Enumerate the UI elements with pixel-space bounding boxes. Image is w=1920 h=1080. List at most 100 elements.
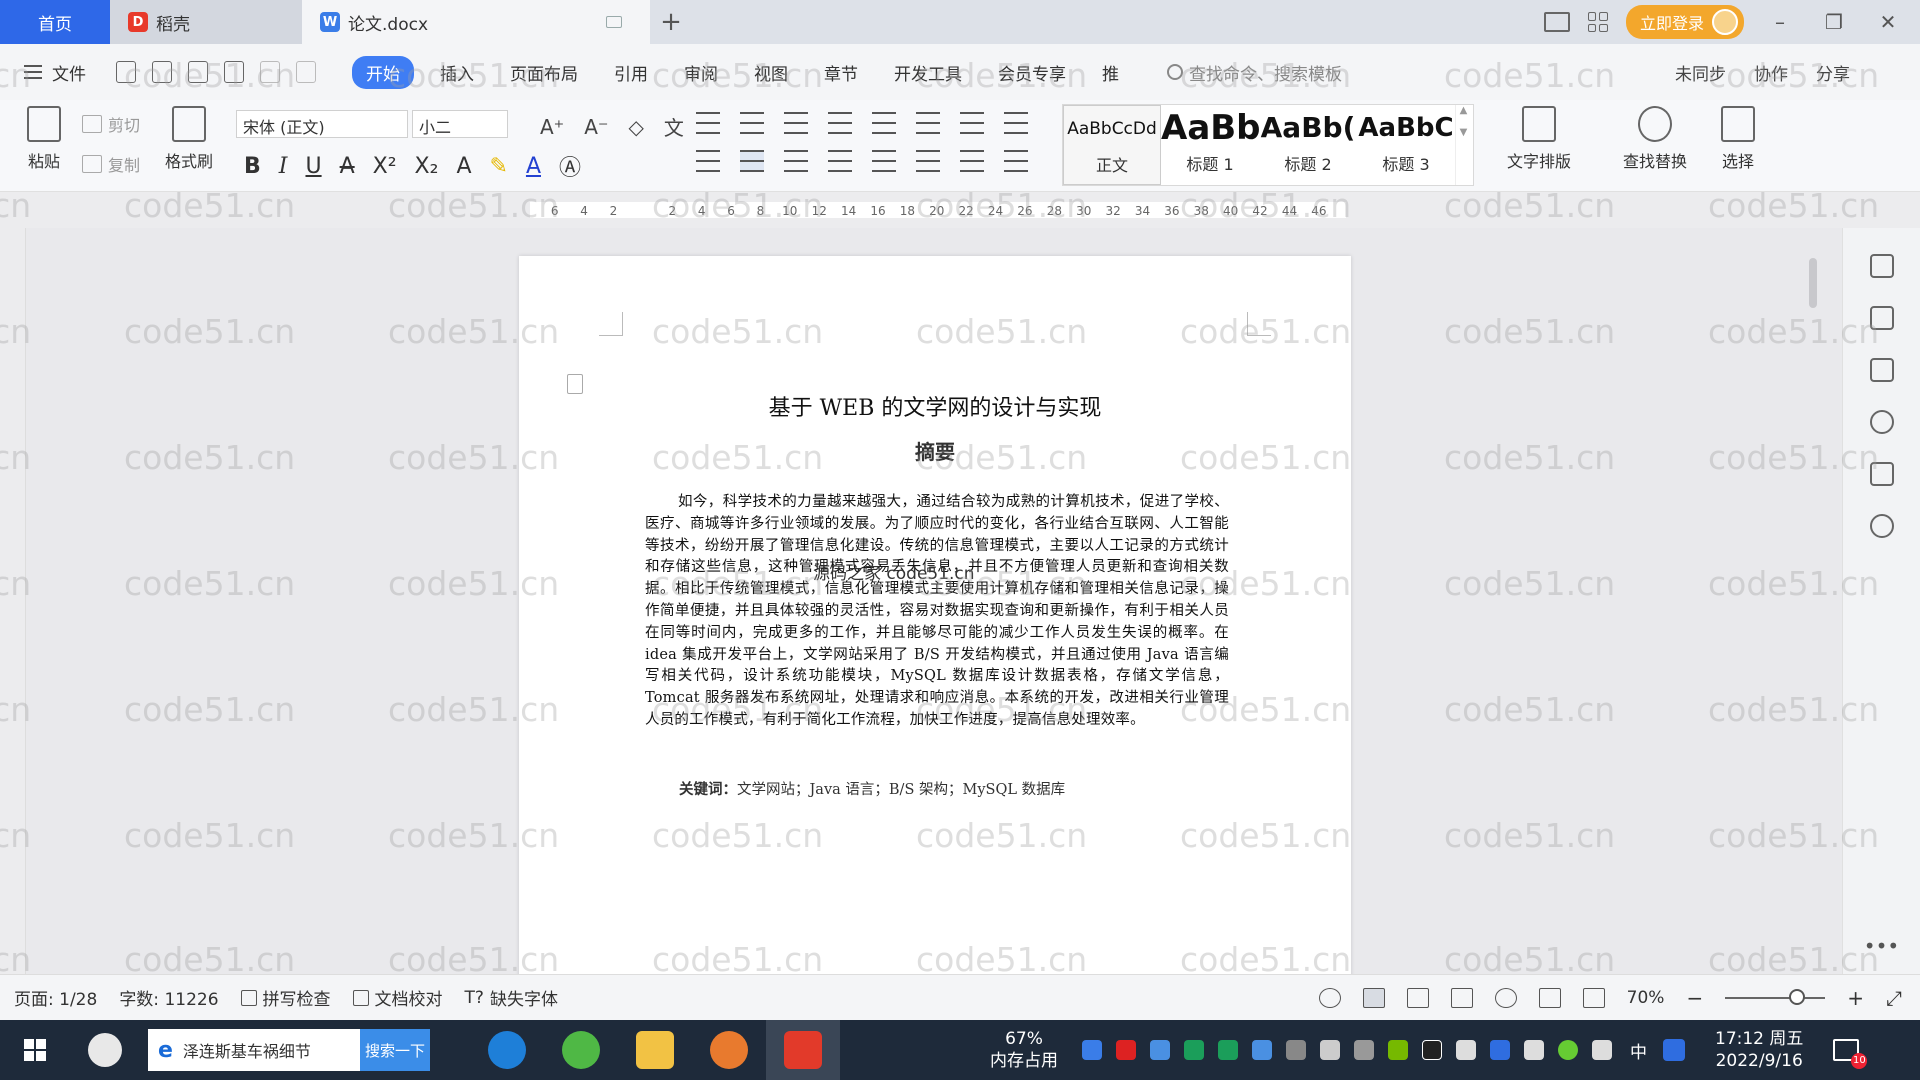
doc-proofread[interactable]: 文档校对 — [352, 985, 443, 1010]
clear-format-icon[interactable]: ◇ — [629, 115, 644, 139]
tab-recommend[interactable]: 推 — [1084, 60, 1137, 85]
notification-icon[interactable]: 10 — [1833, 1039, 1868, 1069]
zoom-slider[interactable] — [1725, 988, 1826, 1005]
vertical-ruler[interactable] — [0, 228, 26, 974]
collaborate-button[interactable]: 协作 — [1754, 60, 1788, 85]
tab-chapter[interactable]: 章节 — [806, 60, 876, 85]
table-icon[interactable] — [1004, 112, 1028, 134]
chinese-layout-icon[interactable] — [872, 112, 896, 134]
style-heading-3[interactable]: AaBbC 标题 3 — [1357, 105, 1455, 185]
share-button[interactable]: 分享 — [1816, 60, 1850, 85]
numbered-list-icon[interactable] — [740, 112, 764, 134]
monitor-icon[interactable] — [606, 16, 622, 28]
settings-sliders-icon[interactable] — [1869, 358, 1894, 382]
read-mode-icon[interactable] — [1450, 987, 1473, 1008]
vertical-scrollbar[interactable] — [1806, 228, 1820, 974]
style-normal[interactable]: AaBbCcDd 正文 — [1063, 105, 1161, 185]
char-border-icon[interactable]: Ⓐ — [559, 150, 581, 182]
phonetic-icon[interactable]: 文 — [664, 112, 684, 141]
fit-page-icon[interactable] — [1582, 987, 1605, 1008]
taskbar-search-button[interactable]: 搜索一下 — [360, 1029, 430, 1071]
tray-app-icon[interactable] — [1354, 1040, 1374, 1060]
qq-icon[interactable] — [1422, 1040, 1442, 1060]
write-mode-icon[interactable] — [1538, 987, 1561, 1008]
tab-docer[interactable]: D 稻壳 — [110, 0, 302, 44]
style-scroll[interactable]: ▲ ▼ — [1455, 105, 1471, 185]
zoom-slider-knob[interactable] — [1789, 988, 1806, 1005]
text-layout-button[interactable]: 文字排版 — [1494, 102, 1584, 172]
tray-app-icon[interactable] — [1150, 1040, 1170, 1060]
battery-icon[interactable] — [1456, 1040, 1476, 1060]
web-view-icon[interactable] — [1494, 987, 1517, 1008]
page-view-icon[interactable] — [1362, 987, 1385, 1008]
font-color-icon[interactable]: A — [526, 154, 541, 179]
style-heading-2[interactable]: AaBb( 标题 2 — [1259, 105, 1357, 185]
align-right-icon[interactable] — [784, 150, 808, 172]
document-workspace[interactable]: 基于 WEB 的文学网的设计与实现 摘要 如今，科学技术的力量越来越强大，通过结… — [26, 228, 1842, 974]
missing-font[interactable]: T? 缺失字体 — [465, 985, 558, 1011]
ime-app-icon[interactable] — [1663, 1039, 1685, 1061]
new-tab-button[interactable]: + — [650, 0, 692, 44]
fullscreen-icon[interactable]: ⤢ — [1886, 986, 1902, 1010]
style-heading-1[interactable]: AaBb 标题 1 — [1161, 105, 1259, 185]
wps-app[interactable] — [766, 1020, 840, 1080]
close-icon[interactable]: ✕ — [1870, 10, 1906, 34]
highlight-icon[interactable]: ✎ — [490, 154, 508, 179]
format-painter-button[interactable]: 格式刷 — [160, 102, 218, 172]
tab-start[interactable]: 开始 — [352, 55, 414, 89]
restore-icon[interactable]: ❐ — [1816, 10, 1852, 34]
tab-references[interactable]: 引用 — [596, 60, 666, 85]
tab-insert[interactable]: 插入 — [422, 60, 492, 85]
tab-view[interactable]: 视图 — [736, 60, 806, 85]
tray-app-icon[interactable] — [1184, 1040, 1204, 1060]
tab-home[interactable]: 首页 — [0, 0, 110, 44]
horizontal-ruler[interactable]: 6 4 2 2 4 6 8 10 12 14 16 18 20 22 24 26 28 30 32 34 36 38 40 4… — [0, 192, 1920, 228]
font-family-select[interactable]: 宋体 (正文) — [236, 110, 408, 138]
spell-check[interactable]: 拼写检查 — [240, 985, 331, 1010]
memory-usage[interactable]: 67% 内存占用 — [990, 1028, 1058, 1072]
ime-indicator[interactable]: 中 — [1630, 1038, 1647, 1063]
abstract-heading[interactable]: 摘要 — [519, 436, 1351, 465]
command-search[interactable]: 查找命令、搜索模板 — [1167, 60, 1342, 85]
document-title[interactable]: 基于 WEB 的文学网的设计与实现 — [519, 390, 1351, 422]
abstract-body[interactable]: 如今，科学技术的力量越来越强大，通过结合较为成熟的计算机技术，促进了学校、医疗、… — [645, 492, 1229, 732]
tab-review[interactable]: 审阅 — [666, 60, 736, 85]
tray-app-icon[interactable] — [1558, 1040, 1578, 1060]
find-replace-button[interactable]: 查找替换 — [1610, 102, 1700, 172]
minimize-icon[interactable]: – — [1762, 10, 1798, 34]
align-left-icon[interactable] — [696, 150, 720, 172]
bluetooth-icon[interactable] — [1490, 1040, 1510, 1060]
tab-page-layout[interactable]: 页面布局 — [492, 60, 596, 85]
bell-icon[interactable] — [1320, 1040, 1340, 1060]
cut-button[interactable]: 剪切 — [82, 112, 140, 136]
copy-button[interactable]: 复制 — [82, 152, 140, 176]
tab-developer[interactable]: 开发工具 — [876, 60, 980, 85]
increase-indent-icon[interactable] — [828, 112, 852, 134]
browser-app[interactable] — [544, 1020, 618, 1080]
zoom-in-icon[interactable]: + — [1847, 986, 1864, 1010]
show-marks-icon[interactable] — [960, 112, 984, 134]
strikethrough-icon[interactable]: A — [340, 154, 355, 179]
document-page[interactable]: 基于 WEB 的文学网的设计与实现 摘要 如今，科学技术的力量越来越强大，通过结… — [519, 256, 1351, 974]
paste-button[interactable]: 粘贴 — [18, 102, 70, 172]
redo-icon[interactable] — [296, 61, 316, 83]
tab-member[interactable]: 会员专享 — [980, 60, 1084, 85]
page-indicator[interactable]: 页面: 1/28 — [14, 985, 97, 1010]
bold-icon[interactable]: B — [244, 154, 261, 179]
login-button[interactable]: 立即登录 — [1625, 5, 1744, 39]
more-icon[interactable]: ••• — [1864, 934, 1899, 958]
distribute-icon[interactable] — [872, 150, 896, 172]
outline-view-icon[interactable] — [1406, 987, 1429, 1008]
print-preview-icon[interactable] — [224, 61, 244, 83]
shading-icon[interactable] — [960, 150, 984, 172]
text-effect-icon[interactable]: A — [456, 154, 471, 179]
align-center-icon[interactable] — [740, 150, 764, 172]
layout-icon[interactable] — [1543, 12, 1570, 32]
zoom-out-icon[interactable]: − — [1686, 986, 1703, 1010]
clock[interactable]: 17:12 周五 2022/9/16 — [1715, 1028, 1803, 1072]
media-app[interactable] — [692, 1020, 766, 1080]
zoom-level[interactable]: 70% — [1627, 988, 1665, 1008]
pointer-icon[interactable] — [1869, 306, 1894, 330]
select-button[interactable]: 选择 — [1710, 102, 1766, 172]
tray-app-icon[interactable] — [1082, 1040, 1102, 1060]
